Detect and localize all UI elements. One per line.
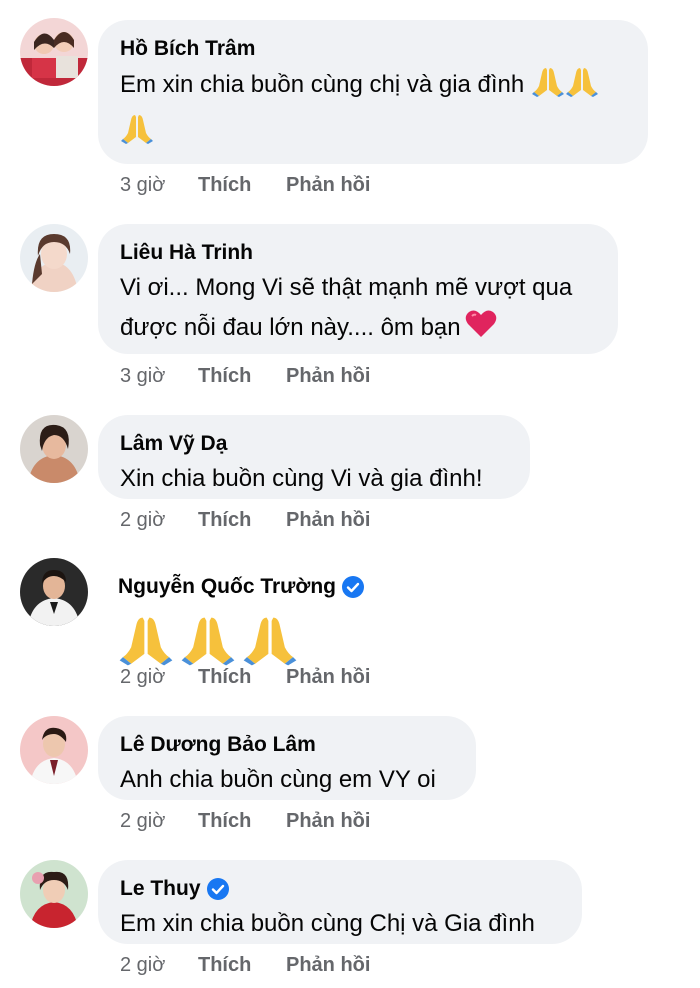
avatar[interactable]	[20, 224, 88, 292]
folded-hands-icon	[118, 610, 174, 673]
comment-actions: 2 giờ Thích Phản hồi	[120, 666, 370, 689]
comment-bubble: Lâm Vỹ Dạ Xin chia buồn cùng Vi và gia đ…	[98, 415, 530, 499]
reply-button[interactable]: Phản hồi	[286, 365, 370, 388]
comment-author[interactable]: Lê Dương Bảo Lâm	[120, 733, 316, 757]
comment-author[interactable]: Hồ Bích Trâm	[120, 37, 255, 61]
folded-hands-icon	[242, 610, 298, 673]
folded-hands-icon	[120, 111, 154, 158]
comment-author[interactable]: Le Thuy	[120, 877, 201, 901]
comment-bubble: Nguyễn Quốc Trường	[98, 558, 388, 670]
like-button[interactable]: Thích	[198, 810, 286, 833]
comment-text: Em xin chia buồn cùng chị và gia đình	[120, 64, 626, 158]
comment-bubble: Liêu Hà Trinh Vi ơi... Mong Vi sẽ thật m…	[98, 224, 618, 354]
comment-time[interactable]: 2 giờ	[120, 509, 198, 532]
comment-actions: 2 giờ Thích Phản hồi	[120, 810, 370, 833]
like-button[interactable]: Thích	[198, 509, 286, 532]
comment-time[interactable]: 2 giờ	[120, 954, 198, 977]
avatar[interactable]	[20, 860, 88, 928]
comment-time[interactable]: 2 giờ	[120, 810, 198, 833]
comment-actions: 3 giờ Thích Phản hồi	[120, 174, 370, 197]
comment-actions: 2 giờ Thích Phản hồi	[120, 954, 370, 977]
comment-text: Anh chia buồn cùng em VY oi	[120, 766, 436, 793]
comment-author[interactable]: Nguyễn Quốc Trường	[118, 575, 336, 599]
comment-author[interactable]: Lâm Vỹ Dạ	[120, 432, 227, 456]
verified-badge-icon	[206, 878, 229, 900]
comment-text: Vi ơi... Mong Vi sẽ thật mạnh mẽ vượt qu…	[120, 268, 596, 352]
reply-button[interactable]: Phản hồi	[286, 810, 370, 833]
comment-author[interactable]: Liêu Hà Trinh	[120, 241, 253, 265]
avatar[interactable]	[20, 558, 88, 626]
like-button[interactable]: Thích	[198, 954, 286, 977]
reply-button[interactable]: Phản hồi	[286, 666, 370, 689]
red-heart-icon	[465, 309, 497, 352]
verified-badge-icon	[341, 576, 364, 598]
reply-button[interactable]: Phản hồi	[286, 174, 370, 197]
comment-bubble: Hồ Bích Trâm Em xin chia buồn cùng chị v…	[98, 20, 648, 164]
comment-time[interactable]: 3 giờ	[120, 174, 198, 197]
like-button[interactable]: Thích	[198, 666, 286, 689]
comment-text: Em xin chia buồn cùng Chị và Gia đình	[120, 910, 535, 937]
comment-actions: 3 giờ Thích Phản hồi	[120, 365, 370, 388]
like-button[interactable]: Thích	[198, 174, 286, 197]
comment-bubble: Le Thuy Em xin chia buồn cùng Chị và Gia…	[98, 860, 582, 944]
reply-button[interactable]: Phản hồi	[286, 509, 370, 532]
like-button[interactable]: Thích	[198, 365, 286, 388]
comment-bubble: Lê Dương Bảo Lâm Anh chia buồn cùng em V…	[98, 716, 476, 800]
comment-time[interactable]: 2 giờ	[120, 666, 198, 689]
folded-hands-icon	[531, 64, 565, 111]
emoji-row	[118, 610, 366, 673]
reply-button[interactable]: Phản hồi	[286, 954, 370, 977]
folded-hands-icon	[565, 64, 599, 111]
avatar[interactable]	[20, 18, 88, 86]
comment-time[interactable]: 3 giờ	[120, 365, 198, 388]
folded-hands-icon	[180, 610, 236, 673]
avatar[interactable]	[20, 716, 88, 784]
comment-text: Xin chia buồn cùng Vi và gia đình!	[120, 465, 483, 492]
comment-actions: 2 giờ Thích Phản hồi	[120, 509, 370, 532]
avatar[interactable]	[20, 415, 88, 483]
